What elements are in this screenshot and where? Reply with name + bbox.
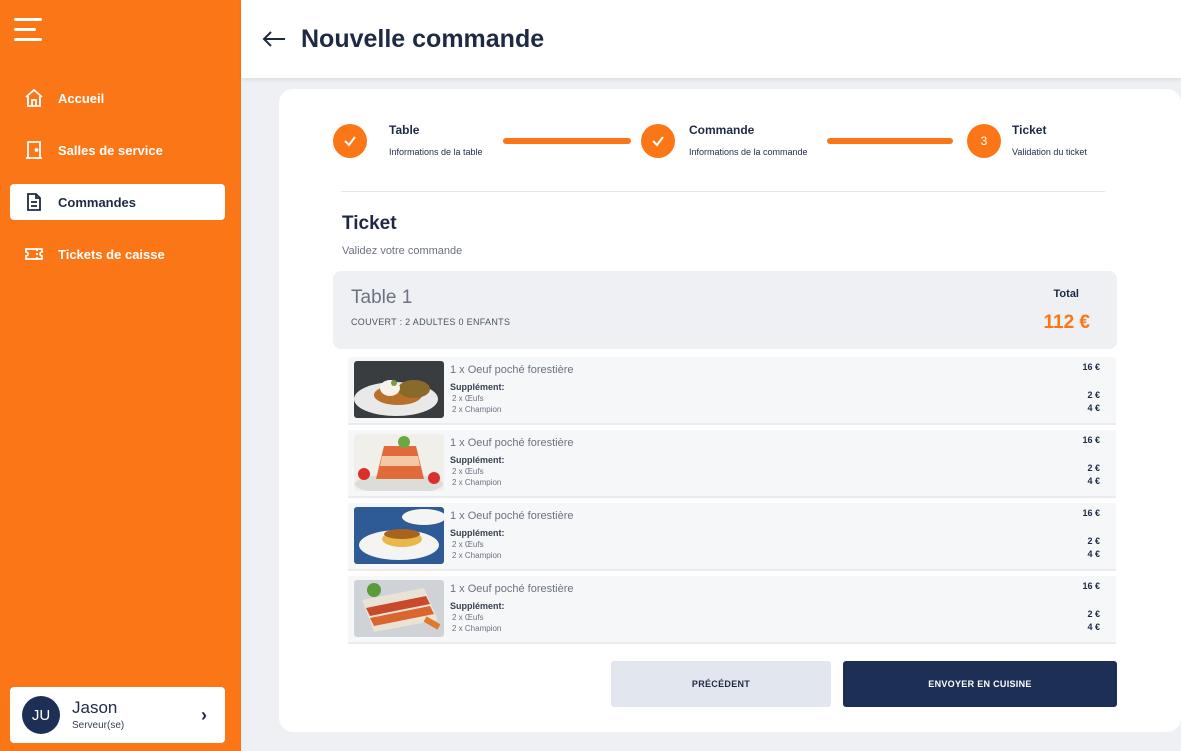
table-summary: Table 1 COUVERT : 2 ADULTES 0 ENFANTS To… [333,271,1117,349]
total-value: 112 € [1043,312,1091,333]
supplement-line: 2 x Champion [452,405,502,414]
supplement-price: 4 € [1087,476,1100,486]
stepper: Table Informations de la table Commande … [333,123,1113,163]
supplement-line: 2 x Œufs [452,613,484,622]
user-profile-card[interactable]: JU Jason Serveur(se) › [10,687,225,743]
sidebar-item-accueil[interactable]: Accueil [10,80,225,116]
sidebar-item-commandes[interactable]: Commandes [10,184,225,220]
item-price: 16 € [1082,435,1100,445]
sidebar: Accueil Salles de service Commandes Tick… [0,0,241,751]
step-2-subtitle: Informations de la commande [689,147,808,157]
home-icon [24,88,44,108]
sidebar-item-label: Accueil [58,90,105,106]
supplement-price: 4 € [1087,549,1100,559]
page-title: Nouvelle commande [301,24,545,53]
supplement-price: 2 € [1087,390,1100,400]
step-1-subtitle: Informations de la table [389,147,483,157]
sidebar-item-label: Salles de service [58,142,163,158]
step-3-number[interactable]: 3 [967,124,1001,158]
supplement-price: 4 € [1087,622,1100,632]
section-title: Ticket [342,213,397,234]
door-icon [24,140,44,160]
previous-button[interactable]: PRÉCÉDENT [611,661,831,707]
ticket-icon [24,244,44,264]
section-subtitle: Validez votre commande [342,245,463,257]
sidebar-item-tickets[interactable]: Tickets de caisse [10,236,225,272]
user-role: Serveur(se) [72,720,125,731]
dish-image [354,580,444,637]
supplement-label: Supplément: [450,382,505,392]
supplement-line: 2 x Champion [452,551,502,560]
item-name: 1 x Oeuf poché forestière [450,510,574,522]
order-items-list: 1 x Oeuf poché forestière Supplément: 2 … [348,357,1116,649]
table-covers: COUVERT : 2 ADULTES 0 ENFANTS [351,317,511,327]
back-arrow-icon[interactable] [261,29,287,49]
menu-icon[interactable] [14,18,44,42]
supplement-line: 2 x Œufs [452,540,484,549]
supplement-label: Supplément: [450,601,505,611]
supplement-price: 2 € [1087,463,1100,473]
sidebar-item-label: Commandes [58,194,137,210]
chevron-right-icon[interactable]: › [201,705,207,726]
step-2-check-icon[interactable] [641,124,675,158]
sidebar-item-salles[interactable]: Salles de service [10,132,225,168]
sidebar-item-label: Tickets de caisse [58,246,165,262]
supplement-price: 2 € [1087,536,1100,546]
table-name: Table 1 [351,287,413,308]
step-connector [827,138,953,144]
step-1-title: Table [389,123,420,137]
supplement-line: 2 x Œufs [452,394,484,403]
item-name: 1 x Oeuf poché forestière [450,583,574,595]
supplement-price: 2 € [1087,609,1100,619]
supplement-line: 2 x Champion [452,478,502,487]
dish-image [354,361,444,418]
step-2-title: Commande [689,123,755,137]
item-price: 16 € [1082,508,1100,518]
step-3-subtitle: Validation du ticket [1012,147,1087,157]
step-1-check-icon[interactable] [333,124,367,158]
send-to-kitchen-button[interactable]: ENVOYER EN CUISINE [843,661,1117,707]
sidebar-nav: Accueil Salles de service Commandes Tick… [10,80,225,288]
document-icon [24,192,44,212]
supplement-label: Supplément: [450,528,505,538]
dish-image [354,434,444,491]
total-label: Total [1053,288,1079,300]
item-name: 1 x Oeuf poché forestière [450,437,574,449]
list-item[interactable]: 1 x Oeuf poché forestière Supplément: 2 … [348,503,1116,571]
supplement-label: Supplément: [450,455,505,465]
user-name: Jason [72,698,118,717]
item-price: 16 € [1082,581,1100,591]
list-item[interactable]: 1 x Oeuf poché forestière Supplément: 2 … [348,430,1116,498]
item-name: 1 x Oeuf poché forestière [450,364,574,376]
list-item[interactable]: 1 x Oeuf poché forestière Supplément: 2 … [348,357,1116,425]
step-connector [503,138,631,144]
top-header: Nouvelle commande [241,0,1181,78]
item-price: 16 € [1082,362,1100,372]
avatar: JU [22,696,60,734]
list-item[interactable]: 1 x Oeuf poché forestière Supplément: 2 … [348,576,1116,644]
supplement-line: 2 x Champion [452,624,502,633]
step-3-title: Ticket [1012,123,1047,137]
dish-image [354,507,444,564]
supplement-line: 2 x Œufs [452,467,484,476]
order-card: Table Informations de la table Commande … [279,89,1181,732]
divider [341,191,1105,192]
supplement-price: 4 € [1087,403,1100,413]
